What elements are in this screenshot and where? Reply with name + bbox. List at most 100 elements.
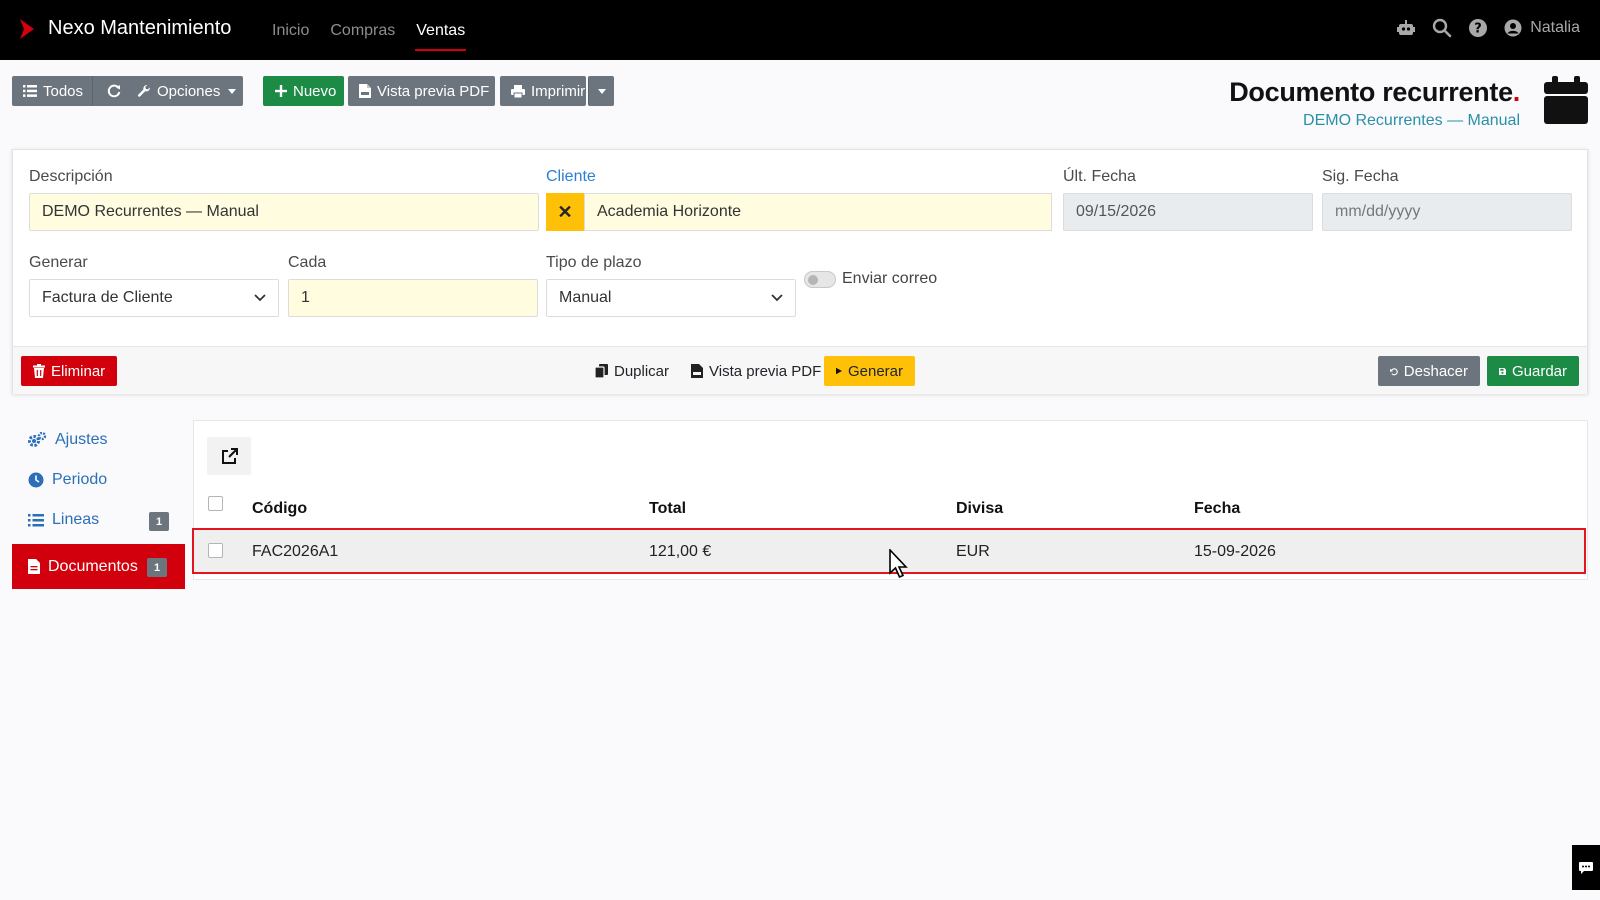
enviar-correo-toggle[interactable]: Enviar correo — [804, 270, 937, 288]
help-icon[interactable]: ? — [1468, 18, 1488, 38]
cada-input[interactable]: 1 — [288, 279, 538, 317]
file-icon — [28, 559, 40, 574]
chat-icon — [1579, 861, 1593, 874]
generar-select[interactable]: Factura de Cliente — [29, 279, 279, 317]
side-item-periodo-label: Periodo — [52, 471, 108, 488]
list-icon — [28, 513, 44, 526]
side-item-lineas[interactable]: Lineas 1 — [12, 500, 185, 540]
open-external-button[interactable] — [207, 437, 251, 475]
side-item-periodo[interactable]: Periodo — [12, 460, 185, 500]
guardar-button[interactable]: Guardar — [1487, 356, 1579, 386]
select-all-checkbox[interactable] — [208, 496, 223, 511]
calendar-icon — [1544, 76, 1588, 124]
file-pdf-icon — [359, 84, 371, 98]
footer-vista-previa-button[interactable]: Vista previa PDF — [679, 356, 833, 386]
guardar-label: Guardar — [1511, 362, 1567, 380]
file-pdf-icon — [691, 364, 703, 378]
mouse-cursor-icon — [889, 549, 908, 579]
column-header-total[interactable]: Total — [649, 500, 686, 518]
todos-label: Todos — [43, 82, 84, 100]
deshacer-label: Deshacer — [1403, 362, 1468, 380]
vista-previa-label: Vista previa PDF — [377, 82, 490, 100]
document-header: Documento recurrente. DEMO Recurrentes —… — [1229, 77, 1520, 130]
nav-compras[interactable]: Compras — [330, 0, 395, 60]
top-navbar: Nexo Mantenimiento Inicio Compras Ventas… — [0, 0, 1600, 60]
deshacer-button[interactable]: Deshacer — [1378, 356, 1480, 386]
search-icon[interactable] — [1432, 18, 1452, 38]
cell-divisa: EUR — [956, 543, 990, 560]
svg-text:?: ? — [1474, 22, 1482, 37]
clock-icon — [28, 472, 44, 488]
user-menu[interactable]: Natalia — [1504, 19, 1580, 37]
save-icon — [1499, 367, 1506, 375]
main-nav: Inicio Compras Ventas — [272, 0, 486, 60]
generar-field: Generar Factura de Cliente — [29, 254, 279, 317]
robot-icon[interactable] — [1396, 18, 1416, 38]
descripcion-field: Descripción DEMO Recurrentes — Manual — [29, 168, 539, 231]
column-header-fecha[interactable]: Fecha — [1194, 500, 1240, 518]
opciones-button[interactable]: Opciones — [126, 76, 243, 106]
cell-fecha: 15-09-2026 — [1194, 543, 1276, 560]
tipo-plazo-select[interactable]: Manual — [546, 279, 796, 317]
brand[interactable]: Nexo Mantenimiento — [18, 17, 231, 40]
imprimir-button[interactable]: Imprimir — [500, 76, 586, 106]
close-icon: ✕ — [557, 201, 573, 222]
sig-fecha-input[interactable]: mm/dd/yyyy — [1322, 193, 1572, 231]
cada-field: Cada 1 — [288, 254, 538, 317]
cliente-label-link[interactable]: Cliente — [546, 168, 1052, 187]
nav-right: ? Natalia — [1380, 18, 1580, 38]
toggle-switch[interactable] — [804, 270, 836, 288]
column-header-divisa[interactable]: Divisa — [956, 500, 1003, 518]
form-card: Descripción DEMO Recurrentes — Manual Cl… — [12, 149, 1588, 394]
descripcion-input[interactable]: DEMO Recurrentes — Manual — [29, 193, 539, 231]
tipo-plazo-field: Tipo de plazo Manual — [546, 254, 796, 317]
generar-button-label: Generar — [847, 362, 903, 380]
brand-logo-icon — [20, 18, 34, 39]
list-icon — [23, 85, 37, 97]
undo-icon — [1390, 367, 1398, 375]
generar-select-value: Factura de Cliente — [42, 289, 173, 306]
ult-fecha-label: Últ. Fecha — [1063, 168, 1136, 185]
user-name: Natalia — [1530, 19, 1580, 36]
chat-widget-button[interactable] — [1572, 845, 1600, 890]
cliente-input[interactable]: Academia Horizonte — [584, 193, 1052, 231]
side-item-ajustes-label: Ajustes — [55, 431, 108, 448]
play-icon — [836, 367, 842, 375]
column-header-codigo[interactable]: Código — [252, 500, 307, 518]
cogs-icon — [28, 432, 47, 447]
chevron-down-icon — [228, 88, 237, 94]
side-item-ajustes[interactable]: Ajustes — [12, 420, 185, 460]
cliente-field: Cliente ✕ Academia Horizonte — [546, 168, 1052, 231]
side-item-documentos[interactable]: Documentos 1 — [12, 544, 185, 589]
printer-icon — [511, 84, 525, 98]
duplicar-button[interactable]: Duplicar — [583, 356, 681, 386]
side-item-documentos-label: Documentos — [48, 557, 138, 575]
opciones-label: Opciones — [157, 82, 221, 100]
clear-client-button[interactable]: ✕ — [546, 193, 584, 231]
eliminar-label: Eliminar — [51, 362, 106, 380]
user-avatar-icon — [1504, 19, 1522, 37]
wrench-icon — [137, 84, 151, 97]
side-item-lineas-label: Lineas — [52, 511, 100, 528]
nuevo-button[interactable]: Nuevo — [263, 76, 344, 106]
cell-total: 121,00 € — [649, 543, 712, 560]
generar-button[interactable]: Generar — [824, 356, 915, 386]
nav-ventas[interactable]: Ventas — [415, 0, 467, 60]
sig-fecha-field: Sig. Fecha mm/dd/yyyy — [1322, 168, 1572, 231]
ult-fecha-input: 09/15/2026 — [1063, 193, 1313, 231]
row-checkbox[interactable] — [208, 543, 223, 558]
page-subtitle: DEMO Recurrentes — Manual — [1303, 112, 1520, 129]
vista-previa-pdf-button[interactable]: Vista previa PDF — [348, 76, 495, 106]
descripcion-label: Descripción — [29, 168, 113, 185]
side-menu: Ajustes Periodo Lineas 1 Documentos 1 — [12, 420, 185, 589]
tipo-plazo-label: Tipo de plazo — [546, 254, 642, 271]
cell-codigo: FAC2026A1 — [252, 543, 339, 560]
chevron-down-icon — [254, 294, 266, 302]
lineas-count-badge: 1 — [149, 512, 169, 531]
imprimir-dropdown-toggle[interactable] — [588, 76, 614, 106]
imprimir-label: Imprimir — [531, 82, 586, 100]
eliminar-button[interactable]: Eliminar — [21, 356, 118, 386]
page-title-text: Documento recurrente — [1229, 77, 1513, 107]
nav-inicio[interactable]: Inicio — [272, 0, 309, 60]
nuevo-label: Nuevo — [293, 82, 337, 100]
